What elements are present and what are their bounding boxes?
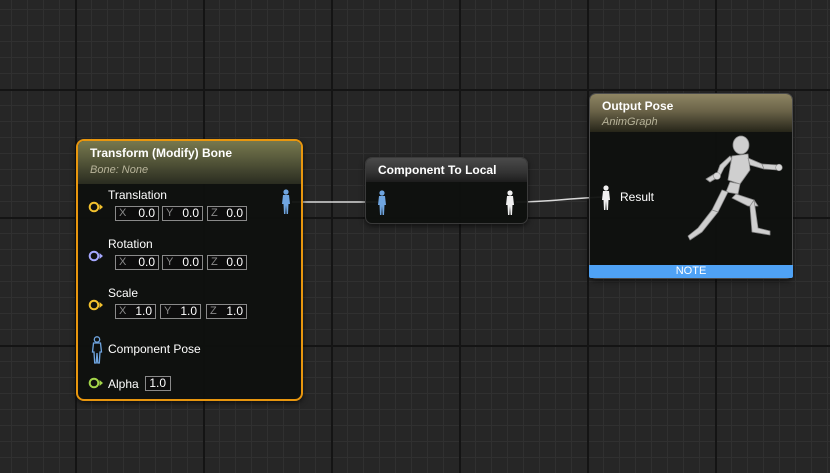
translation-label: Translation <box>108 188 167 202</box>
pose-output-pin-icon[interactable] <box>280 189 292 215</box>
transform-modify-bone-node[interactable]: Transform (Modify) Bone Bone: None Trans… <box>76 139 303 401</box>
translation-y-field[interactable]: Y 0.0 <box>162 206 203 221</box>
axis-z-label: Z <box>211 207 218 219</box>
component-to-local-node[interactable]: Component To Local <box>365 157 528 224</box>
axis-x-label: X <box>119 207 127 219</box>
rotation-z-field[interactable]: Z 0.0 <box>207 255 247 270</box>
scale-pin-icon[interactable] <box>88 299 104 311</box>
axis-y-label: Y <box>166 256 174 268</box>
node-header[interactable]: Output Pose AnimGraph <box>590 94 792 132</box>
alpha-value: 1.0 <box>149 376 166 390</box>
alpha-label: Alpha <box>108 377 139 391</box>
scale-z-value: 1.0 <box>226 304 243 318</box>
note-bar[interactable]: NOTE <box>589 265 793 278</box>
node-header[interactable]: Component To Local <box>366 158 527 182</box>
axis-y-label: Y <box>164 305 172 317</box>
alpha-field[interactable]: 1.0 <box>145 376 171 391</box>
scale-y-value: 1.0 <box>180 304 197 318</box>
node-header[interactable]: Transform (Modify) Bone Bone: None <box>78 141 301 184</box>
pose-input-pin-icon[interactable] <box>376 190 388 216</box>
scale-y-field[interactable]: Y 1.0 <box>160 304 201 319</box>
translation-y-value: 0.0 <box>182 206 199 220</box>
translation-z-field[interactable]: Z 0.0 <box>207 206 247 221</box>
scale-z-field[interactable]: Z 1.0 <box>206 304 247 319</box>
rotation-label: Rotation <box>108 237 153 251</box>
axis-z-label: Z <box>211 256 218 268</box>
node-subtitle: AnimGraph <box>602 116 658 128</box>
rotation-z-value: 0.0 <box>226 255 243 269</box>
node-title: Output Pose <box>602 99 674 113</box>
component-pose-label: Component Pose <box>108 342 201 356</box>
rotation-x-field[interactable]: X 0.0 <box>115 255 159 270</box>
node-title: Transform (Modify) Bone <box>90 146 233 160</box>
translation-pin-icon[interactable] <box>88 201 104 213</box>
axis-x-label: X <box>119 305 127 317</box>
running-mannequin-icon <box>687 135 783 241</box>
axis-x-label: X <box>119 256 127 268</box>
axis-y-label: Y <box>166 207 174 219</box>
alpha-pin-icon[interactable] <box>88 377 104 389</box>
rotation-pin-icon[interactable] <box>88 250 104 262</box>
rotation-y-value: 0.0 <box>182 255 199 269</box>
translation-x-value: 0.0 <box>138 206 155 220</box>
translation-z-value: 0.0 <box>226 206 243 220</box>
rotation-y-field[interactable]: Y 0.0 <box>162 255 203 270</box>
output-pose-node[interactable]: Output Pose AnimGraph Result NOTE <box>589 93 793 279</box>
component-pose-pin-icon[interactable] <box>90 336 104 364</box>
pose-output-pin-icon[interactable] <box>504 190 516 216</box>
scale-x-value: 1.0 <box>135 304 152 318</box>
translation-x-field[interactable]: X 0.0 <box>115 206 159 221</box>
node-title: Component To Local <box>378 163 497 177</box>
node-subtitle: Bone: None <box>90 164 149 176</box>
axis-z-label: Z <box>210 305 217 317</box>
scale-x-field[interactable]: X 1.0 <box>115 304 156 319</box>
scale-label: Scale <box>108 286 139 300</box>
result-pose-pin-icon[interactable] <box>600 185 612 211</box>
rotation-x-value: 0.0 <box>138 255 155 269</box>
result-label: Result <box>620 190 655 204</box>
